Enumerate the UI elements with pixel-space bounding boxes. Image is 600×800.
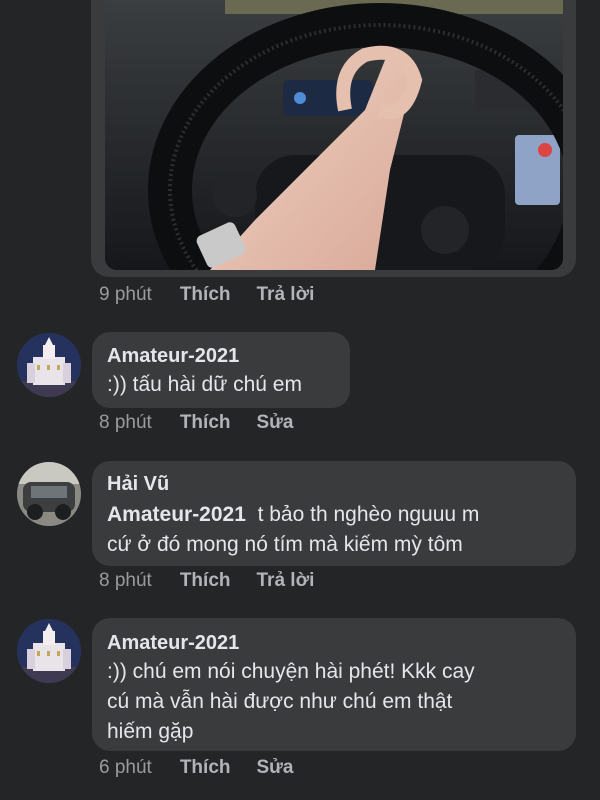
like-button[interactable]: Thích xyxy=(180,570,231,592)
avatar[interactable] xyxy=(17,333,81,397)
comment-actions: 9 phút Thích Trả lời xyxy=(99,284,340,306)
palace-avatar-image xyxy=(17,333,81,397)
comment-actions: 6 phút Thích Sửa xyxy=(99,757,320,779)
comment-time: 9 phút xyxy=(99,284,152,305)
like-button[interactable]: Thích xyxy=(180,412,231,434)
edit-button[interactable]: Sửa xyxy=(257,757,294,779)
comment-author[interactable]: Hải Vũ xyxy=(107,471,169,497)
comment-bubble[interactable]: Amateur-2021 :)) chú em nói chuyện hài p… xyxy=(92,618,576,751)
comment-text-line: Amateur-2021 t bảo th nghèo nguuu m xyxy=(107,500,479,530)
avatar[interactable] xyxy=(17,462,81,526)
comment-photo[interactable] xyxy=(105,0,563,270)
car-interior-photo xyxy=(105,0,563,270)
edit-button[interactable]: Sửa xyxy=(257,412,294,434)
comment-text-line: :)) chú em nói chuyện hài phét! Kkk cay xyxy=(107,660,475,683)
like-button[interactable]: Thích xyxy=(180,284,231,306)
comment-text: cứ ở đó mong nó tím mà kiếm mỳ tôm xyxy=(107,533,463,556)
mention-tag[interactable]: Amateur-2021 xyxy=(107,503,246,526)
comment-time: 8 phút xyxy=(99,412,152,433)
comment-actions: 8 phút Thích Trả lời xyxy=(99,570,340,592)
palace-avatar-image xyxy=(17,619,81,683)
comment-time: 6 phút xyxy=(99,757,152,778)
reply-button[interactable]: Trả lời xyxy=(257,284,315,306)
like-button[interactable]: Thích xyxy=(180,757,231,779)
comment-bubble[interactable]: Amateur-2021 :)) tấu hài dữ chú em xyxy=(92,332,350,408)
comment-text-line: hiếm gặp xyxy=(107,720,194,743)
reply-button[interactable]: Trả lời xyxy=(257,570,315,592)
comment-author[interactable]: Amateur-2021 xyxy=(107,343,239,369)
avatar[interactable] xyxy=(17,619,81,683)
comment-text: :)) tấu hài dữ chú em xyxy=(107,373,302,396)
car-avatar-image xyxy=(17,462,81,526)
comment-bubble[interactable]: Hải Vũ Amateur-2021 t bảo th nghèo nguuu… xyxy=(92,461,576,566)
comment-author[interactable]: Amateur-2021 xyxy=(107,630,239,656)
comment-actions: 8 phút Thích Sửa xyxy=(99,412,320,434)
comment-text-line: cú mà vẫn hài được như chú em thật xyxy=(107,690,453,713)
comment-text: t bảo th nghèo nguuu m xyxy=(257,503,480,526)
comment-time: 8 phút xyxy=(99,570,152,591)
